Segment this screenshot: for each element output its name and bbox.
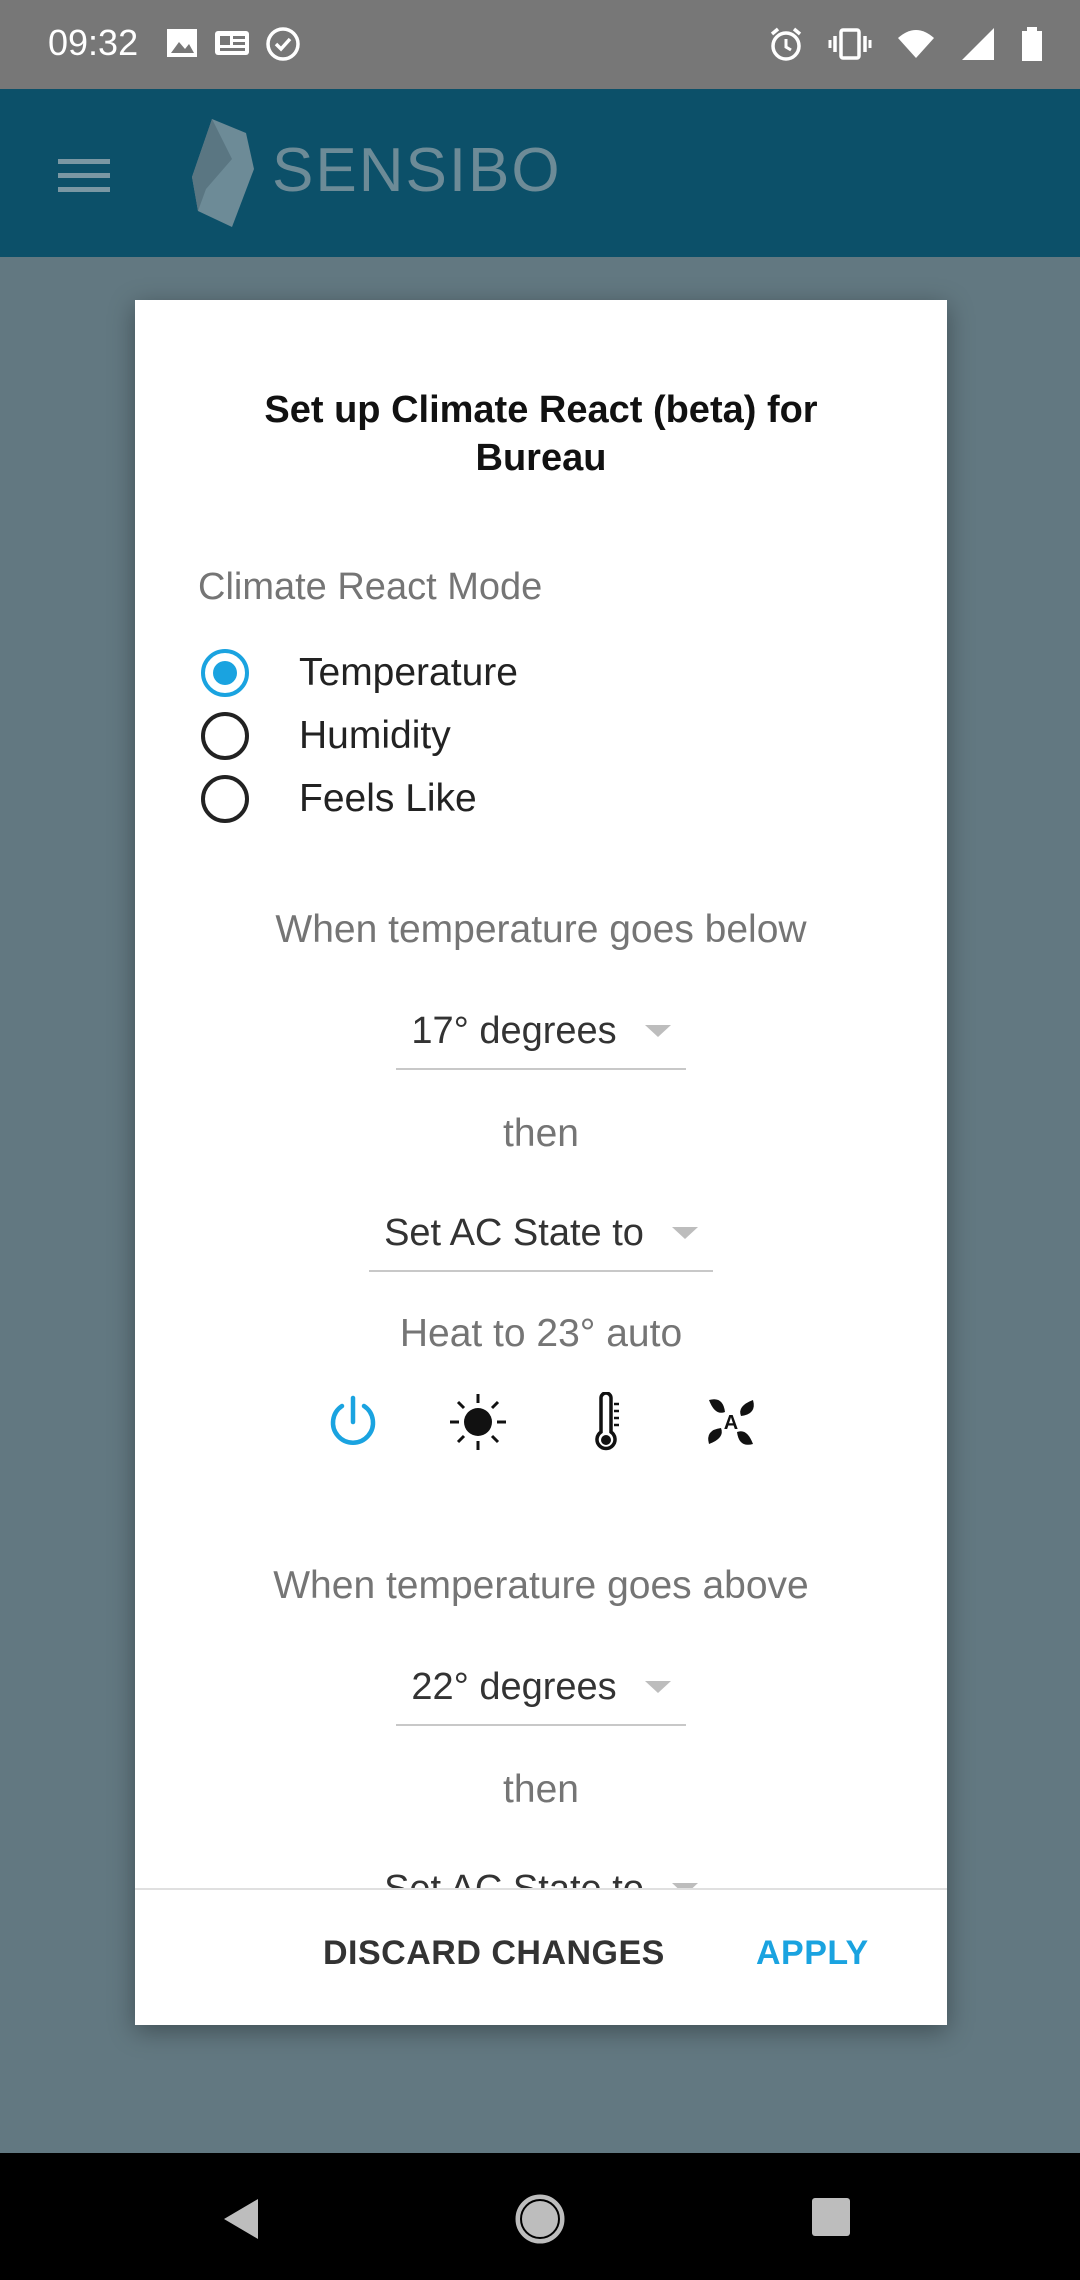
climate-react-dialog: Set up Climate React (beta) for Bureau C… <box>135 300 947 2025</box>
dropdown-value: 17° degrees <box>411 1009 617 1052</box>
wifi-icon <box>898 30 934 58</box>
dialog-footer: DISCARD CHANGES APPLY <box>135 1888 947 2025</box>
ac-state-icons: A <box>135 1392 947 1462</box>
radio-label: Temperature <box>299 651 518 694</box>
mode-label: Climate React Mode <box>198 566 543 608</box>
radio-button[interactable] <box>201 712 249 760</box>
hamburger-menu-icon[interactable] <box>58 157 110 193</box>
sensibo-logo-icon <box>192 119 254 227</box>
ac-state-summary: Heat to 23° auto <box>399 1312 683 1355</box>
radio-feels-like[interactable]: Feels Like <box>201 769 477 829</box>
radio-humidity[interactable]: Humidity <box>201 706 451 766</box>
radio-label: Feels Like <box>299 777 477 820</box>
apply-button[interactable]: APPLY <box>756 1934 869 1973</box>
app-bar: SENSIBO <box>0 89 1080 257</box>
then-text: then <box>503 1112 579 1155</box>
back-icon[interactable] <box>222 2197 262 2241</box>
radio-label: Humidity <box>299 714 451 757</box>
vibrate-icon <box>828 28 872 60</box>
power-icon[interactable] <box>323 1392 383 1452</box>
radio-temperature[interactable]: Temperature <box>201 643 518 703</box>
dialog-title: Set up Climate React (beta) for Bureau <box>264 389 818 479</box>
dropdown-value: Set AC State to <box>384 1211 644 1254</box>
below-action-dropdown[interactable]: Set AC State to <box>369 1196 713 1272</box>
then-text: then <box>503 1768 579 1811</box>
recent-apps-icon[interactable] <box>811 2197 851 2237</box>
system-nav-bar <box>0 2153 1080 2280</box>
below-condition-text: When temperature goes below <box>275 908 807 951</box>
image-icon <box>167 29 197 57</box>
dropdown-caret-icon <box>644 1025 671 1037</box>
news-icon <box>215 31 249 55</box>
above-condition-text: When temperature goes above <box>273 1564 809 1607</box>
dropdown-value: 22° degrees <box>411 1665 617 1708</box>
below-threshold-dropdown[interactable]: 17° degrees <box>396 994 686 1070</box>
radio-button[interactable] <box>201 775 249 823</box>
fan-auto-icon[interactable]: A <box>701 1392 761 1452</box>
status-time: 09:32 <box>48 22 139 63</box>
above-threshold-dropdown[interactable]: 22° degrees <box>396 1650 686 1726</box>
battery-icon <box>1022 27 1042 61</box>
brand-name: SENSIBO <box>272 136 562 205</box>
sun-icon[interactable] <box>448 1392 508 1452</box>
dialog-scroll-area[interactable]: Set up Climate React (beta) for Bureau C… <box>135 300 947 1888</box>
above-action-dropdown[interactable]: Set AC State to <box>369 1852 713 1888</box>
dropdown-caret-icon <box>644 1681 671 1693</box>
signal-icon <box>962 28 994 60</box>
thermometer-icon[interactable] <box>576 1392 636 1452</box>
dropdown-caret-icon <box>671 1227 698 1239</box>
status-bar: 09:32 <box>0 0 1080 89</box>
dropdown-value: Set AC State to <box>384 1868 644 1889</box>
status-right-icons <box>768 26 1044 62</box>
svg-text:A: A <box>724 1412 738 1434</box>
status-left-icons <box>165 26 301 62</box>
home-icon[interactable] <box>514 2193 566 2245</box>
check-circle-icon <box>266 27 300 61</box>
discard-changes-button[interactable]: DISCARD CHANGES <box>323 1934 665 1973</box>
radio-button-checked[interactable] <box>201 649 249 697</box>
alarm-icon <box>770 27 802 61</box>
